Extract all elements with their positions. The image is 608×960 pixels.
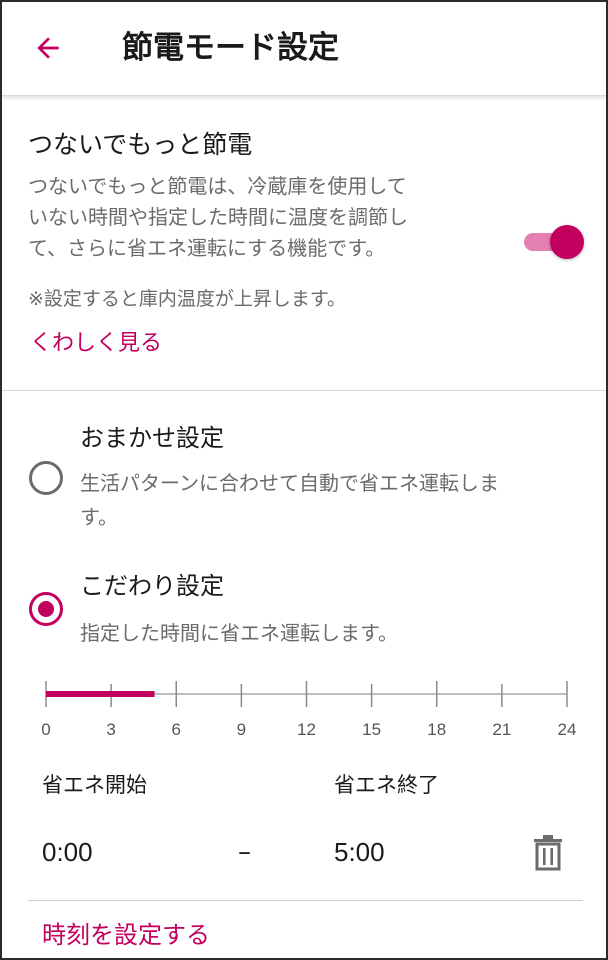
option-description-line: 指定した時間に省エネ運転します。	[80, 621, 398, 645]
time-separator: –	[238, 837, 251, 867]
feature-toggle-switch[interactable]	[520, 225, 586, 259]
timeline-tick-label: 3	[106, 720, 116, 739]
timeline-bar	[45, 681, 568, 707]
radio-selected-dot	[38, 601, 54, 617]
feature-description: つないでもっと節電は、冷蔵庫を使用して いない時間や指定した時間に温度を調節し …	[28, 171, 498, 264]
timeline-tick-label: 6	[171, 720, 181, 739]
timeline-tick-label: 18	[427, 720, 447, 739]
option-description: 指定した時間に省エネ運転します。	[80, 616, 590, 650]
set-time-link[interactable]: 時刻を設定する	[42, 918, 210, 952]
trash-icon	[534, 835, 562, 871]
timeline-tick-label: 24	[557, 720, 577, 739]
screen: 節電モード設定 つないでもっと節電 つないでもっと節電は、冷蔵庫を使用して いな…	[0, 0, 608, 960]
option-title: おまかせ設定	[80, 424, 224, 452]
feature-description-line: つないでもっと節電は、冷蔵庫を使用して	[28, 174, 407, 198]
timeline-tick-label: 15	[362, 720, 382, 739]
schedule-timeline: 0 3 6 9 12 15 18 21 24	[2, 672, 606, 752]
option-description-line: 生活パターンに合わせて自動で省エネ運転しま	[80, 471, 499, 495]
delete-schedule-button[interactable]	[532, 835, 564, 871]
option-description: 生活パターンに合わせて自動で省エネ運転しま す。	[80, 466, 590, 534]
start-time-label: 省エネ開始	[42, 773, 147, 797]
timeline-tick-label: 0	[41, 720, 51, 739]
detail-link[interactable]: くわしく見る	[30, 328, 162, 360]
timeline-tick-label: 9	[236, 720, 247, 739]
feature-section: つないでもっと節電 つないでもっと節電は、冷蔵庫を使用して いない時間や指定した…	[2, 98, 606, 391]
end-time-value[interactable]: 5:00	[334, 834, 385, 870]
option-description-line: す。	[80, 505, 118, 529]
back-button[interactable]	[28, 28, 68, 68]
timeline-active-range	[46, 691, 155, 697]
feature-title: つないでもっと節電	[28, 130, 253, 159]
page-title: 節電モード設定	[122, 30, 339, 66]
divider	[28, 900, 583, 901]
feature-note: ※設定すると庫内温度が上昇します。	[28, 288, 347, 310]
option-title: こだわり設定	[80, 572, 224, 600]
timeline-tick-label: 12	[297, 720, 316, 739]
radio-button-omakase[interactable]	[29, 461, 63, 495]
start-time-value[interactable]: 0:00	[42, 834, 93, 870]
arrow-left-icon	[37, 37, 59, 59]
radio-button-kodawari[interactable]	[29, 592, 63, 626]
feature-description-line: て、さらに省エネ運転にする機能です。	[28, 236, 386, 260]
app-bar: 節電モード設定	[2, 2, 606, 96]
timeline-tick-label: 21	[492, 720, 512, 739]
feature-description-line: いない時間や指定した時間に温度を調節し	[28, 205, 408, 229]
end-time-label: 省エネ終了	[334, 773, 439, 797]
toggle-thumb	[550, 225, 584, 259]
